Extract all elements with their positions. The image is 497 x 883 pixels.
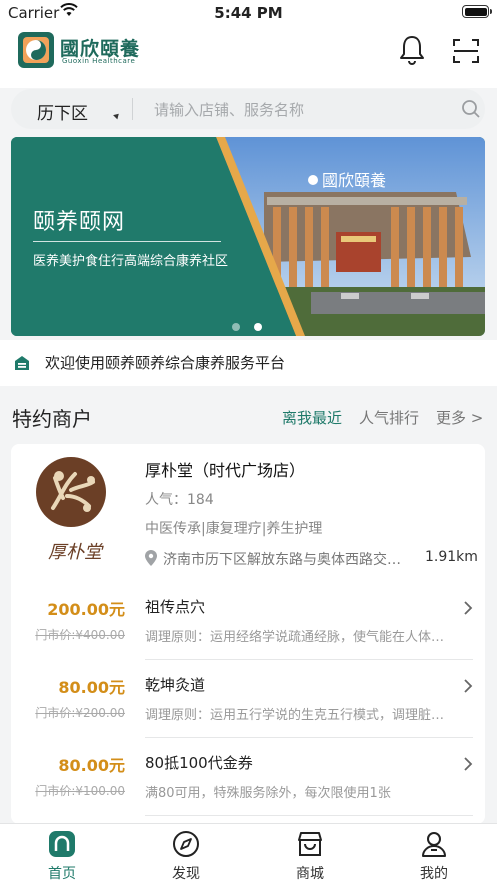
chevron-right-icon	[464, 601, 473, 615]
bell-icon[interactable]	[397, 34, 427, 66]
service-original-price: 门市价:¥400.00	[35, 628, 125, 642]
district-selector[interactable]: 历下区	[37, 99, 88, 124]
merchant-address: 济南市历下区解放东路与奥体西路交叉口时代广场	[163, 552, 413, 568]
tab-popularity[interactable]: 人气排行	[359, 407, 419, 428]
announcement-bar[interactable]: 欢迎使用颐养颐养综合康养服务平台	[0, 340, 497, 386]
tab-discover-label: 发现	[172, 866, 200, 882]
tab-profile-label: 我的	[420, 866, 448, 882]
service-original-price: 门市价:¥100.00	[35, 784, 125, 798]
notice-icon	[15, 356, 29, 370]
chevron-right-icon	[464, 679, 473, 693]
battery-icon	[462, 5, 492, 18]
location-pin-icon	[145, 550, 157, 566]
home-icon	[49, 831, 75, 857]
tab-nearest[interactable]: 离我最近	[282, 407, 342, 428]
merchant-logo-text: 厚朴堂	[48, 542, 104, 563]
section-title: 特约商户	[12, 407, 92, 431]
scan-icon[interactable]	[451, 36, 481, 66]
tab-mall-label: 商城	[296, 866, 324, 882]
search-input[interactable]: 请输入店铺、服务名称	[154, 99, 304, 120]
service-row[interactable]: 80.00元 门市价:¥200.00 乾坤灸道 调理原则：运用五行学说的生克五行…	[11, 660, 485, 738]
merchant-tags: 中医传承|康复理疗|养生护理	[145, 521, 323, 537]
tab-mall[interactable]: 商城	[270, 830, 350, 883]
merchant-logo: 厚朴堂	[36, 457, 106, 563]
tab-home-label: 首页	[48, 866, 76, 882]
dropdown-caret-icon	[113, 111, 121, 120]
service-description: 调理原则：运用五行学说的生克五行模式，调理脏腑平衡	[145, 708, 457, 723]
service-name: 祖传点穴	[145, 598, 206, 616]
merchant-card[interactable]: 厚朴堂 厚朴堂（时代广场店） 人气：184 中医传承|康复理疗|养生护理 济南市…	[11, 444, 485, 824]
status-bar: Carrier 5:44 PM	[0, 0, 497, 26]
carousel-dot-active[interactable]	[254, 323, 262, 331]
app-header: 國欣頤養 Guoxin Healthcare	[0, 26, 497, 88]
service-description: 调理原则：运用经络学说疏通经脉，使气能在人体内顺畅运行	[145, 630, 457, 645]
carousel-indicator	[232, 316, 276, 335]
service-original-price: 门市价:¥200.00	[35, 706, 125, 720]
banner-building-photo: 國欣頤養	[11, 137, 485, 336]
banner-building-sign: 國欣頤養	[322, 171, 386, 190]
tab-profile[interactable]: 我的	[394, 830, 474, 883]
banner-rule	[33, 241, 221, 242]
user-icon	[422, 832, 446, 857]
service-name: 80抵100代金券	[145, 754, 253, 772]
service-row[interactable]: 80.00元 门市价:¥100.00 80抵100代金券 满80可用，特殊服务除…	[11, 738, 485, 816]
service-row[interactable]: 200.00元 门市价:¥400.00 祖传点穴 调理原则：运用经络学说疏通经脉…	[11, 582, 485, 660]
banner-title: 颐养颐网	[33, 210, 126, 235]
promo-banner[interactable]: 國欣頤養 颐养颐网 医养美护食住行高端综合康养社区	[11, 137, 485, 336]
merchant-name: 厚朴堂（时代广场店）	[145, 461, 306, 480]
announcement-text: 欢迎使用颐养颐养综合康养服务平台	[45, 354, 286, 372]
compass-icon	[173, 831, 199, 857]
status-time: 5:44 PM	[214, 4, 283, 22]
chevron-right-icon	[464, 757, 473, 771]
service-price: 80.00元	[58, 756, 125, 775]
tab-discover[interactable]: 发现	[146, 830, 226, 883]
carousel-dot[interactable]	[232, 323, 240, 331]
search-icon[interactable]	[461, 99, 481, 119]
more-link[interactable]: 更多 >	[436, 407, 483, 428]
service-price: 200.00元	[47, 600, 125, 619]
tab-home[interactable]: 首页	[22, 830, 102, 883]
service-price: 80.00元	[58, 678, 125, 697]
row-divider	[145, 815, 473, 816]
store-icon	[298, 832, 322, 856]
service-description: 满80可用，特殊服务除外，每次限使用1张	[145, 786, 391, 801]
brand-logo-icon	[18, 32, 54, 68]
banner-slogan: 医养美护食住行高端综合康养社区	[33, 254, 229, 269]
merchant-distance: 1.91km	[425, 549, 478, 565]
merchant-popularity: 人气：184	[145, 492, 214, 508]
bottom-tab-bar: 首页 发现 商城 我的	[0, 823, 497, 883]
search-divider	[132, 98, 133, 120]
brand-subtitle: Guoxin Healthcare	[62, 57, 136, 65]
search-bar: 历下区 请输入店铺、服务名称	[11, 89, 485, 129]
service-name: 乾坤灸道	[145, 676, 206, 694]
